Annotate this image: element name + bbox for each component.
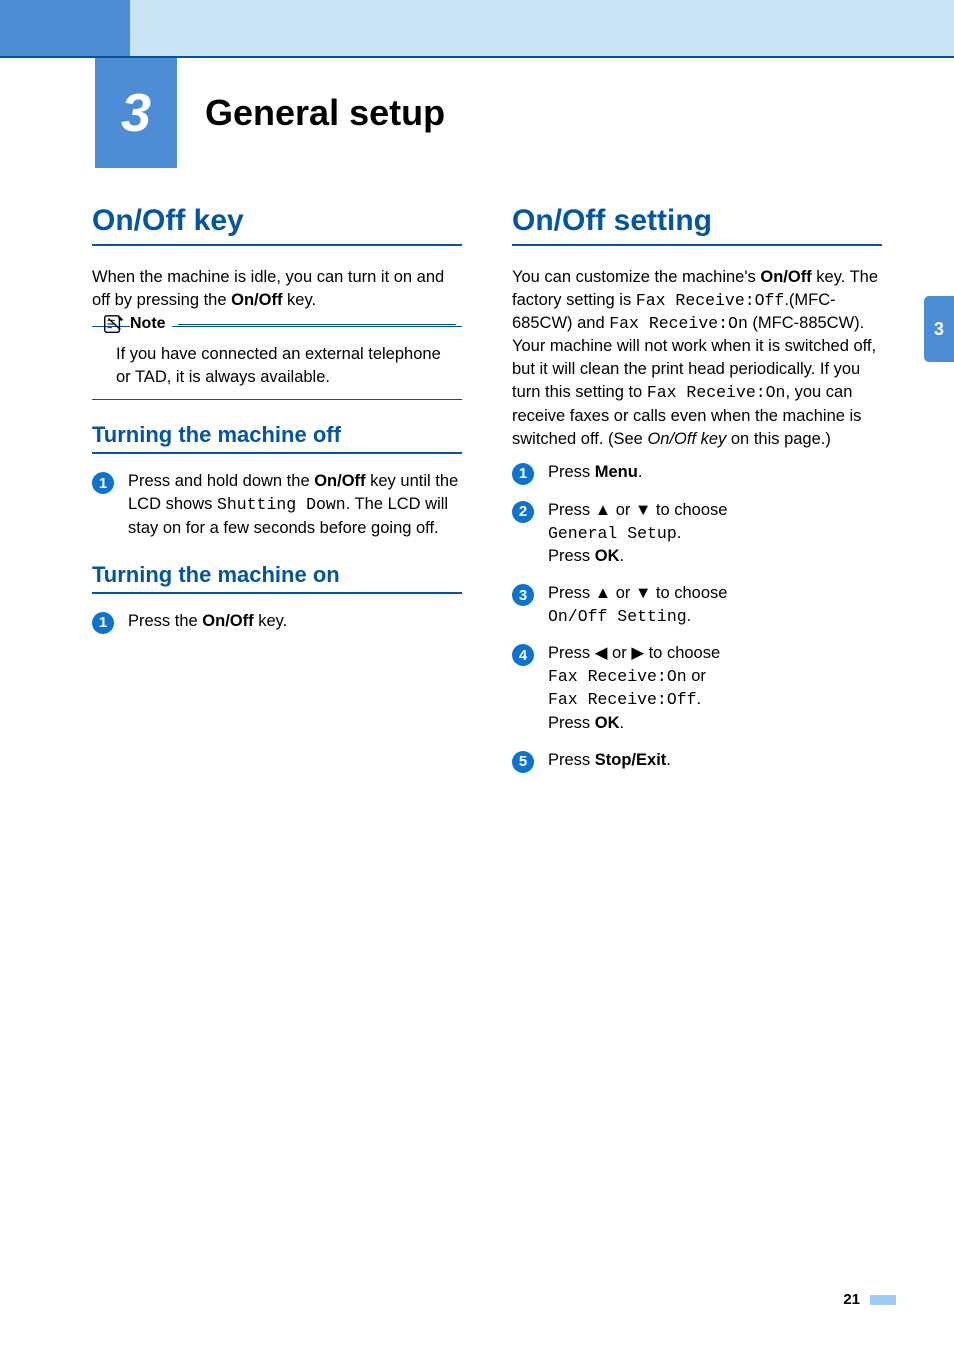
italic-link: On/Off key bbox=[647, 430, 726, 448]
down-arrow-icon: ▼ bbox=[635, 584, 651, 602]
right-arrow-icon: ▶ bbox=[631, 644, 644, 662]
note-box: Note If you have connected an external t… bbox=[92, 326, 462, 400]
bold: On/Off bbox=[760, 268, 811, 286]
mono: Fax Receive:On bbox=[647, 383, 786, 402]
note-header: Note bbox=[102, 313, 456, 335]
text: to choose bbox=[651, 584, 727, 602]
mono: Fax Receive:On bbox=[609, 314, 748, 333]
step-number: 1 bbox=[92, 472, 114, 494]
note-icon bbox=[102, 313, 124, 335]
note-label: Note bbox=[130, 315, 172, 333]
mono: Fax Receive:Off bbox=[636, 291, 785, 310]
text: Press bbox=[548, 714, 595, 732]
page-bar bbox=[870, 1295, 896, 1305]
text: . bbox=[687, 607, 692, 625]
text: . bbox=[677, 524, 682, 542]
down-arrow-icon: ▼ bbox=[635, 501, 651, 519]
bold: OK bbox=[595, 714, 620, 732]
text: Press and hold down the bbox=[128, 472, 314, 490]
text: Press bbox=[548, 547, 595, 565]
text: Press bbox=[548, 463, 595, 481]
text: . bbox=[697, 690, 702, 708]
step-number: 1 bbox=[512, 463, 534, 485]
text: key. bbox=[282, 291, 316, 309]
step-text: Press the On/Off key. bbox=[128, 610, 287, 634]
step-setting-5: 5 Press Stop/Exit. bbox=[512, 749, 882, 773]
bold: Menu bbox=[595, 463, 638, 481]
subsection-turning-on-title: Turning the machine on bbox=[92, 562, 462, 594]
step-number: 3 bbox=[512, 584, 534, 606]
note-line bbox=[178, 324, 456, 325]
text: . bbox=[620, 714, 625, 732]
text: or bbox=[611, 501, 635, 519]
text: key. bbox=[254, 612, 288, 630]
step-text: Press Menu. bbox=[548, 461, 642, 485]
text: on this page.) bbox=[726, 430, 831, 448]
text: or bbox=[611, 584, 635, 602]
mono: Fax Receive:Off bbox=[548, 690, 697, 709]
step-text: Press and hold down the On/Off key until… bbox=[128, 470, 462, 539]
text: . bbox=[620, 547, 625, 565]
onoff-setting-intro: You can customize the machine's On/Off k… bbox=[512, 266, 882, 451]
right-column: On/Off setting You can customize the mac… bbox=[512, 204, 882, 787]
subsection-turning-off-title: Turning the machine off bbox=[92, 422, 462, 454]
content-area: On/Off key When the machine is idle, you… bbox=[0, 168, 954, 787]
mono: General Setup bbox=[548, 524, 677, 543]
text: Press bbox=[548, 644, 595, 662]
step-text: Press ▲ or ▼ to choose General Setup. Pre… bbox=[548, 499, 727, 568]
step-text: Press ◀ or ▶ to choose Fax Receive:On or… bbox=[548, 642, 720, 734]
bold: On/Off bbox=[314, 472, 365, 490]
section-onoff-setting-title: On/Off setting bbox=[512, 204, 882, 246]
mono: Fax Receive:On bbox=[548, 667, 687, 686]
step-setting-2: 2 Press ▲ or ▼ to choose General Setup.P… bbox=[512, 499, 882, 568]
bold-onoff: On/Off bbox=[231, 291, 282, 309]
onoff-key-intro: When the machine is idle, you can turn i… bbox=[92, 266, 462, 312]
step-on-1: 1 Press the On/Off key. bbox=[92, 610, 462, 634]
left-arrow-icon: ◀ bbox=[595, 644, 608, 662]
chapter-number-box: 3 bbox=[95, 58, 177, 168]
step-number: 5 bbox=[512, 751, 534, 773]
step-number: 1 bbox=[92, 612, 114, 634]
bold: OK bbox=[595, 547, 620, 565]
page-footer: 21 bbox=[843, 1291, 896, 1308]
text: . bbox=[666, 751, 671, 769]
chapter-title: General setup bbox=[205, 92, 445, 134]
note-text: If you have connected an external teleph… bbox=[102, 343, 456, 389]
step-setting-3: 3 Press ▲ or ▼ to choose On/Off Setting. bbox=[512, 582, 882, 628]
text: to choose bbox=[651, 501, 727, 519]
text: . bbox=[638, 463, 643, 481]
text: to choose bbox=[644, 644, 720, 662]
left-column: On/Off key When the machine is idle, you… bbox=[92, 204, 462, 787]
step-number: 2 bbox=[512, 501, 534, 523]
text: or bbox=[607, 644, 631, 662]
bold: On/Off bbox=[202, 612, 253, 630]
chapter-header: 3 General setup bbox=[0, 58, 954, 168]
side-tab: 3 bbox=[924, 296, 954, 362]
step-number: 4 bbox=[512, 644, 534, 666]
step-setting-4: 4 Press ◀ or ▶ to choose Fax Receive:On … bbox=[512, 642, 882, 734]
up-arrow-icon: ▲ bbox=[595, 501, 611, 519]
text: Press bbox=[548, 751, 595, 769]
header-band bbox=[0, 0, 954, 56]
mono: Shutting Down bbox=[217, 495, 346, 514]
step-text: Press ▲ or ▼ to choose On/Off Setting. bbox=[548, 582, 727, 628]
header-band-left bbox=[0, 0, 130, 56]
step-setting-1: 1 Press Menu. bbox=[512, 461, 882, 485]
mono: On/Off Setting bbox=[548, 607, 687, 626]
text: You can customize the machine's bbox=[512, 268, 760, 286]
text: Press bbox=[548, 584, 595, 602]
bold: Stop/Exit bbox=[595, 751, 667, 769]
text: or bbox=[687, 667, 706, 685]
text: Press the bbox=[128, 612, 202, 630]
step-text: Press Stop/Exit. bbox=[548, 749, 671, 773]
up-arrow-icon: ▲ bbox=[595, 584, 611, 602]
section-onoff-key-title: On/Off key bbox=[92, 204, 462, 246]
text: Press bbox=[548, 501, 595, 519]
page-number: 21 bbox=[843, 1291, 860, 1308]
step-off-1: 1 Press and hold down the On/Off key unt… bbox=[92, 470, 462, 539]
